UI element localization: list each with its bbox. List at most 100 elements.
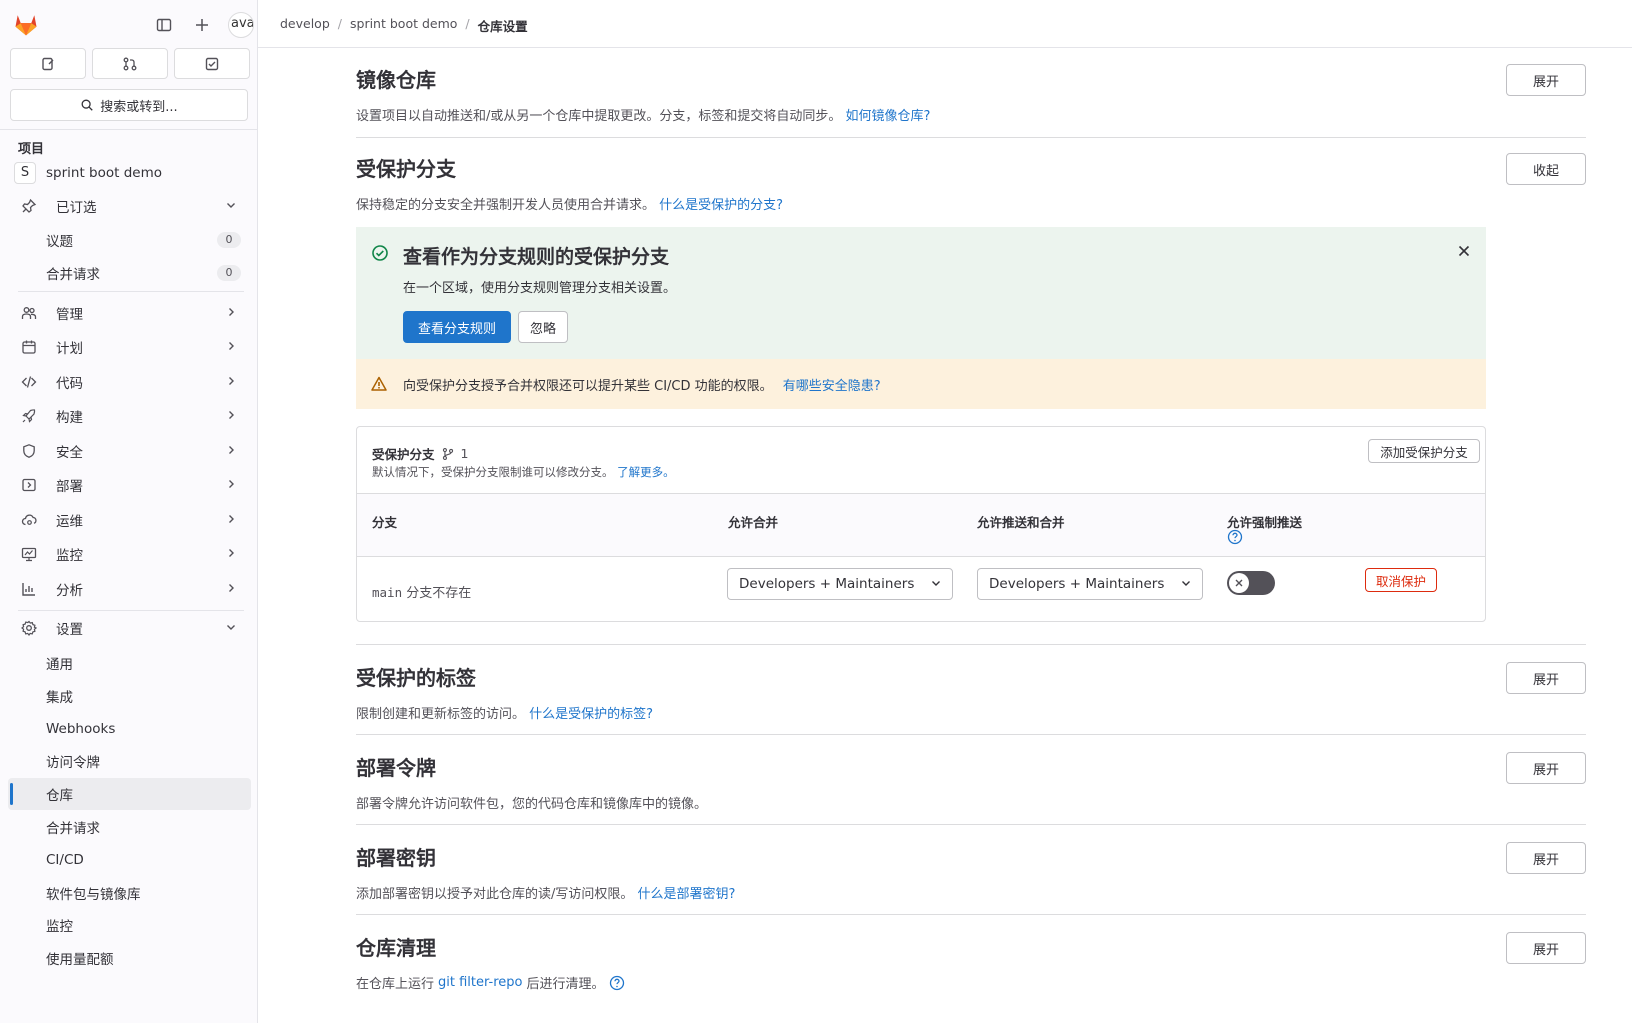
sidebar-item-issues[interactable]: 议题 0 <box>8 224 251 256</box>
help-link[interactable]: 如何镜像仓库? <box>846 109 931 124</box>
settings-item[interactable]: CI/CD <box>8 844 251 876</box>
toggle-knob <box>1229 573 1249 593</box>
pinned-label: 已订选 <box>56 200 97 216</box>
sidebar-toggle-icon[interactable] <box>152 13 176 37</box>
expand-button[interactable]: 展开 <box>1506 842 1586 874</box>
expand-button[interactable]: 展开 <box>1506 932 1586 964</box>
top-bar: develop / sprint boot demo / 仓库设置 <box>258 0 1632 48</box>
security-warning-alert: 向受保护分支授予合并权限还可以提升某些 CI/CD 功能的权限。 有哪些安全隐患… <box>356 359 1486 409</box>
sidebar-item-rocket[interactable]: 构建 <box>8 400 251 432</box>
force-push-toggle[interactable] <box>1227 571 1275 595</box>
settings-item-label: 通用 <box>46 657 73 673</box>
settings-section-toggle[interactable]: 设置 <box>8 612 251 644</box>
settings-item-label: 集成 <box>46 689 73 706</box>
dismiss-button[interactable]: 忽略 <box>518 311 568 343</box>
alert-body: 在一个区域，使用分支规则管理分支相关设置。 <box>403 281 677 296</box>
protected-branches-card: 受保护分支 1 默认情况下，受保护分支限制谁可以修改分支。 了解更多。 添加受保… <box>356 426 1486 622</box>
breadcrumb-current: 仓库设置 <box>477 19 528 34</box>
help-link[interactable]: 什么是部署密钥? <box>638 887 736 902</box>
sidebar-item-deploy[interactable]: 部署 <box>8 469 251 501</box>
users-icon <box>18 305 40 321</box>
merge-requests-shortcut-button[interactable] <box>92 48 168 79</box>
chart-icon <box>18 581 40 597</box>
sidebar-item-chart[interactable]: 分析 <box>8 573 251 605</box>
settings-item[interactable]: 合并请求 <box>8 811 251 843</box>
expand-button[interactable]: 展开 <box>1506 64 1586 96</box>
sidebar-item-merge-requests[interactable]: 合并请求 0 <box>8 257 251 289</box>
allowed-to-push-select[interactable]: Developers + Maintainers <box>977 568 1203 600</box>
close-icon[interactable] <box>1457 244 1471 258</box>
sidebar-item-users[interactable]: 管理 <box>8 297 251 329</box>
branch-icon <box>442 447 453 460</box>
help-link[interactable]: 什么是受保护的分支? <box>659 198 783 213</box>
deploy-icon <box>18 477 40 493</box>
x-icon <box>1235 579 1243 587</box>
sidebar-item-monitor[interactable]: 监控 <box>8 538 251 570</box>
sidebar-item-label: 运维 <box>56 514 83 530</box>
settings-item[interactable]: 仓库 <box>8 778 251 811</box>
sidebar-item-label: 管理 <box>56 307 83 323</box>
issues-icon <box>42 57 54 70</box>
deploy-keys-section: 部署密钥 添加部署密钥以授予对此仓库的读/写访问权限。 什么是部署密钥? <box>356 842 1586 902</box>
settings-item[interactable]: 通用 <box>8 647 251 679</box>
unprotect-button[interactable]: 取消保护 <box>1365 568 1437 592</box>
branch-cell: main 分支不存在 <box>372 582 471 601</box>
cloud-gear-icon <box>18 512 40 528</box>
project-link[interactable]: S sprint boot demo <box>8 157 251 189</box>
chevron-right-icon <box>225 306 237 322</box>
settings-item[interactable]: 访问令牌 <box>8 745 251 777</box>
pin-icon <box>18 198 40 214</box>
protected-tags-section: 受保护的标签 限制创建和更新标签的访问。 什么是受保护的标签? <box>356 662 1586 722</box>
sidebar-item-label: 代码 <box>56 376 83 392</box>
gitlab-logo-icon[interactable] <box>12 10 40 38</box>
sidebar-top: ava <box>0 0 257 48</box>
todos-shortcut-button[interactable] <box>174 48 250 79</box>
sidebar-item-shield[interactable]: 安全 <box>8 435 251 467</box>
selected-value: Developers + Maintainers <box>989 576 1165 592</box>
section-title: 镜像仓库 <box>356 68 436 92</box>
help-icon[interactable] <box>609 975 625 991</box>
search-label: 搜索或转到... <box>100 99 178 115</box>
pinned-section-toggle[interactable]: 已订选 <box>8 190 251 222</box>
repository-cleanup-section: 仓库清理 在仓库上运行 git filter-repo 后进行清理。 <box>356 932 1586 992</box>
view-branch-rules-button[interactable]: 查看分支规则 <box>403 311 511 343</box>
section-title: 受保护的标签 <box>356 666 476 690</box>
warning-icon <box>371 376 387 391</box>
breadcrumb-project[interactable]: sprint boot demo <box>350 16 457 35</box>
chevron-right-icon <box>225 547 237 563</box>
search-icon <box>81 99 94 111</box>
settings-item[interactable]: 使用量配额 <box>8 942 251 974</box>
description-text: 保持稳定的分支安全并强制开发人员使用合并请求。 <box>356 198 656 213</box>
settings-item-label: 软件包与镜像库 <box>46 886 141 903</box>
sidebar-item-cloud-gear[interactable]: 运维 <box>8 504 251 536</box>
settings-item[interactable]: 监控 <box>8 909 251 941</box>
settings-item[interactable]: Webhooks <box>8 713 251 745</box>
expand-button[interactable]: 展开 <box>1506 662 1586 694</box>
settings-item[interactable]: 集成 <box>8 680 251 712</box>
user-avatar[interactable]: ava <box>228 12 254 38</box>
breadcrumb-group[interactable]: develop <box>280 16 330 35</box>
check-circle-icon <box>372 245 388 261</box>
chevron-right-icon <box>225 375 237 391</box>
sidebar-item-code[interactable]: 代码 <box>8 366 251 398</box>
allowed-to-merge-select[interactable]: Developers + Maintainers <box>727 568 953 600</box>
git-filter-repo-link[interactable]: git filter-repo <box>438 975 522 990</box>
section-description: 保持稳定的分支安全并强制开发人员使用合并请求。 什么是受保护的分支? <box>356 194 1586 213</box>
search-button[interactable]: 搜索或转到... <box>10 89 248 121</box>
plus-icon[interactable] <box>190 13 214 37</box>
learn-more-link[interactable]: 了解更多。 <box>617 465 675 479</box>
collapse-button[interactable]: 收起 <box>1506 153 1586 185</box>
settings-item-label: Webhooks <box>46 720 116 737</box>
sidebar-item-label: 构建 <box>56 410 83 426</box>
monitor-icon <box>18 546 40 562</box>
add-protected-branch-button[interactable]: 添加受保护分支 <box>1368 439 1480 463</box>
security-implications-link[interactable]: 有哪些安全隐患? <box>783 379 881 394</box>
issues-shortcut-button[interactable] <box>10 48 86 79</box>
card-subtitle: 默认情况下，受保护分支限制谁可以修改分支。 了解更多。 <box>372 464 675 480</box>
help-icon[interactable] <box>1227 529 1243 545</box>
help-link[interactable]: 什么是受保护的标签? <box>529 707 653 722</box>
protected-branches-section: 受保护分支 保持稳定的分支安全并强制开发人员使用合并请求。 什么是受保护的分支? <box>356 153 1586 213</box>
settings-item[interactable]: 软件包与镜像库 <box>8 877 251 909</box>
expand-button[interactable]: 展开 <box>1506 752 1586 784</box>
sidebar-item-calendar[interactable]: 计划 <box>8 331 251 363</box>
